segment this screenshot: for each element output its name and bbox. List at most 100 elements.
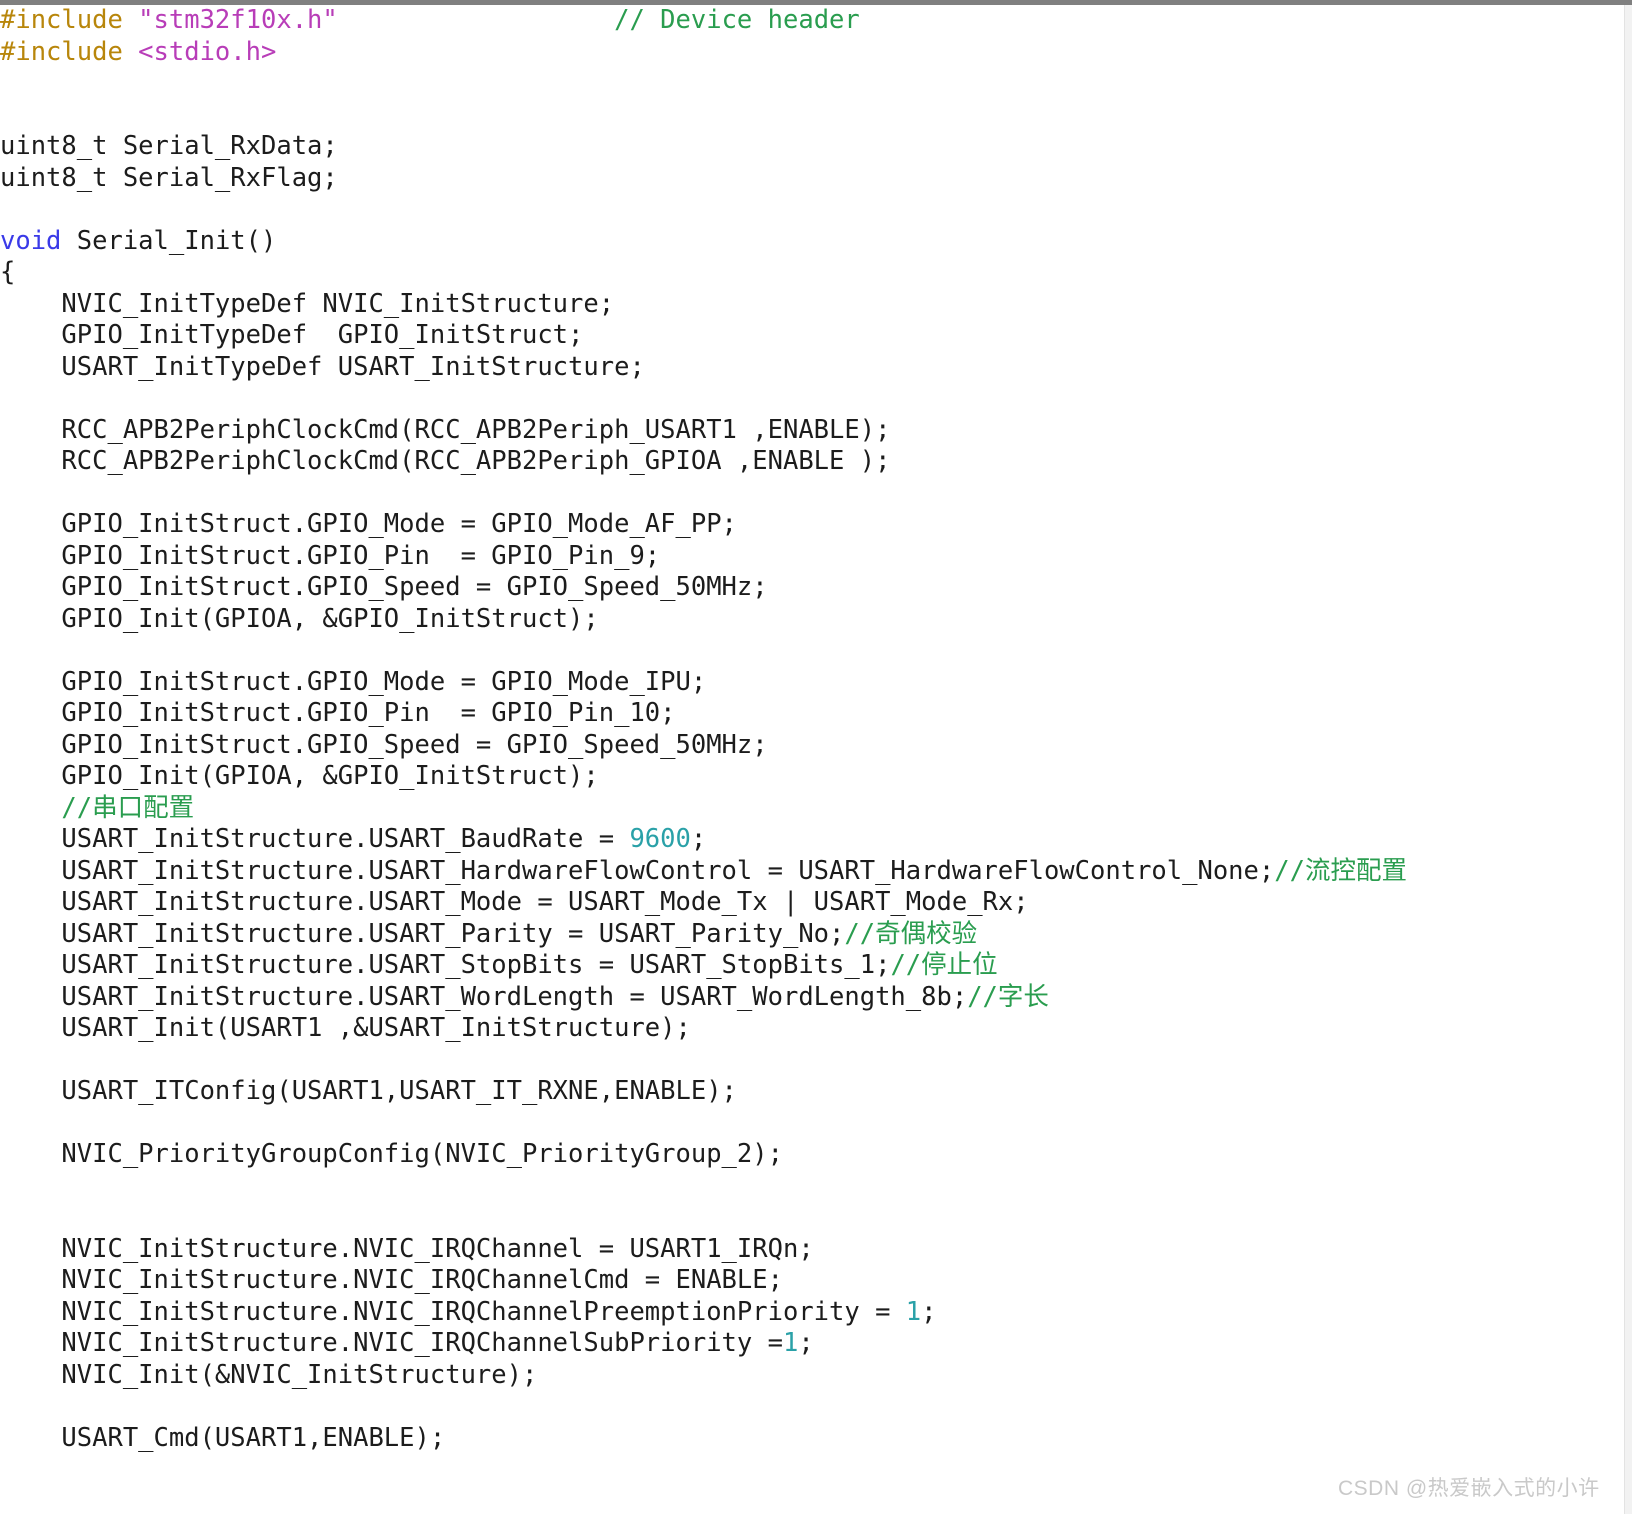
code-token-cmt: // Device header xyxy=(614,5,860,35)
code-token-plain: NVIC_InitStructure.NVIC_IRQChannelCmd = … xyxy=(0,1265,783,1295)
code-token-plain: RCC_APB2PeriphClockCmd(RCC_APB2Periph_US… xyxy=(0,414,891,445)
code-line[interactable] xyxy=(0,383,1620,415)
code-line[interactable] xyxy=(0,1202,1620,1234)
code-line[interactable] xyxy=(0,194,1620,226)
code-line[interactable]: USART_InitStructure.USART_Parity = USART… xyxy=(0,919,1620,951)
code-token-cmt: //停止位 xyxy=(890,950,998,980)
code-token-plain: Serial_Init() xyxy=(61,225,277,256)
code-line[interactable]: //串口配置 xyxy=(0,793,1620,825)
code-line[interactable]: GPIO_InitStruct.GPIO_Mode = GPIO_Mode_AF… xyxy=(0,509,1620,541)
code-token-plain: GPIO_InitTypeDef GPIO_InitStruct; xyxy=(0,320,584,350)
code-token-plain: USART_InitStructure.USART_WordLength = U… xyxy=(0,981,968,1012)
code-line[interactable]: USART_InitStructure.USART_BaudRate = 960… xyxy=(0,824,1620,856)
code-token-plain: NVIC_InitStructure.NVIC_IRQChannel = USA… xyxy=(0,1233,814,1264)
code-token-str: "stm32f10x.h" xyxy=(138,5,338,35)
code-line[interactable]: USART_ITConfig(USART1,USART_IT_RXNE,ENAB… xyxy=(0,1076,1620,1108)
code-token-plain: USART_Cmd(USART1,ENABLE); xyxy=(0,1422,446,1453)
code-token-plain: USART_ITConfig(USART1,USART_IT_RXNE,ENAB… xyxy=(0,1076,737,1106)
code-token-plain: { xyxy=(0,257,16,287)
code-token-plain: NVIC_InitStructure.NVIC_IRQChannelPreemp… xyxy=(0,1296,906,1327)
code-token-plain: NVIC_InitTypeDef NVIC_InitStructure; xyxy=(0,288,615,319)
code-token-plain: GPIO_InitStruct.GPIO_Speed = GPIO_Speed_… xyxy=(0,572,768,602)
code-token-plain: ; xyxy=(798,1328,814,1358)
code-token-plain: USART_InitStructure.USART_HardwareFlowCo… xyxy=(0,855,1275,886)
code-line[interactable]: RCC_APB2PeriphClockCmd(RCC_APB2Periph_US… xyxy=(0,415,1620,447)
code-line[interactable] xyxy=(0,100,1620,132)
code-token-num: 1 xyxy=(905,1296,922,1327)
code-line[interactable]: { xyxy=(0,257,1620,289)
vertical-scrollbar[interactable] xyxy=(1624,5,1632,1514)
code-token-plain: uint8_t Serial_RxFlag; xyxy=(0,162,338,193)
code-line[interactable] xyxy=(0,635,1620,667)
code-token-plain: NVIC_InitStructure.NVIC_IRQChannelSubPri… xyxy=(0,1328,783,1358)
code-token-plain: GPIO_Init(GPIOA, &GPIO_InitStruct); xyxy=(0,761,599,791)
code-token-num: 9600 xyxy=(629,824,691,854)
code-line[interactable]: void Serial_Init() xyxy=(0,226,1620,258)
code-token-pp: #include xyxy=(0,36,139,67)
code-token-plain: USART_InitStructure.USART_StopBits = USA… xyxy=(0,950,891,980)
code-token-plain: NVIC_Init(&NVIC_InitStructure); xyxy=(0,1359,538,1390)
code-line[interactable]: NVIC_Init(&NVIC_InitStructure); xyxy=(0,1360,1620,1392)
code-token-plain: ; xyxy=(690,824,707,854)
code-line[interactable]: NVIC_InitStructure.NVIC_IRQChannelSubPri… xyxy=(0,1328,1620,1360)
code-line[interactable]: NVIC_InitTypeDef NVIC_InitStructure; xyxy=(0,289,1620,321)
code-line[interactable] xyxy=(0,1045,1620,1077)
code-token-plain: USART_InitStructure.USART_Mode = USART_M… xyxy=(0,887,1029,917)
code-line[interactable]: GPIO_Init(GPIOA, &GPIO_InitStruct); xyxy=(0,604,1620,636)
code-line[interactable]: NVIC_InitStructure.NVIC_IRQChannel = USA… xyxy=(0,1234,1620,1266)
code-line[interactable]: USART_Cmd(USART1,ENABLE); xyxy=(0,1423,1620,1455)
code-line[interactable]: USART_InitStructure.USART_StopBits = USA… xyxy=(0,950,1620,982)
code-token-plain: GPIO_InitStruct.GPIO_Pin = GPIO_Pin_10; xyxy=(0,698,676,728)
code-line[interactable]: #include "stm32f10x.h" // Device header xyxy=(0,5,1620,37)
code-line[interactable]: GPIO_InitStruct.GPIO_Speed = GPIO_Speed_… xyxy=(0,572,1620,604)
code-token-cmt: //流控配置 xyxy=(1274,855,1407,886)
code-line[interactable]: USART_Init(USART1 ,&USART_InitStructure)… xyxy=(0,1013,1620,1045)
code-line[interactable]: RCC_APB2PeriphClockCmd(RCC_APB2Periph_GP… xyxy=(0,446,1620,478)
code-token-plain: USART_InitTypeDef USART_InitStructure; xyxy=(0,351,645,382)
code-token-plain: uint8_t Serial_RxData; xyxy=(0,131,338,161)
code-token-num: 1 xyxy=(782,1328,799,1358)
code-line[interactable]: #include <stdio.h> xyxy=(0,37,1620,69)
code-token-cmt: //字长 xyxy=(967,981,1049,1012)
code-line[interactable]: GPIO_InitTypeDef GPIO_InitStruct; xyxy=(0,320,1620,352)
code-token-plain: USART_InitStructure.USART_BaudRate = xyxy=(0,824,630,854)
code-line[interactable] xyxy=(0,1171,1620,1203)
code-line[interactable]: GPIO_Init(GPIOA, &GPIO_InitStruct); xyxy=(0,761,1620,793)
code-line[interactable]: USART_InitStructure.USART_WordLength = U… xyxy=(0,982,1620,1014)
code-token-str: <stdio.h> xyxy=(138,36,277,67)
code-line[interactable]: NVIC_InitStructure.NVIC_IRQChannelPreemp… xyxy=(0,1297,1620,1329)
code-token-plain: USART_InitStructure.USART_Parity = USART… xyxy=(0,918,845,949)
code-line[interactable]: GPIO_InitStruct.GPIO_Mode = GPIO_Mode_IP… xyxy=(0,667,1620,699)
code-line[interactable]: USART_InitStructure.USART_HardwareFlowCo… xyxy=(0,856,1620,888)
code-token-kw: void xyxy=(0,225,62,256)
code-line[interactable] xyxy=(0,1391,1620,1423)
code-line[interactable]: USART_InitTypeDef USART_InitStructure; xyxy=(0,352,1620,384)
code-line[interactable]: NVIC_InitStructure.NVIC_IRQChannelCmd = … xyxy=(0,1265,1620,1297)
code-token-plain: GPIO_InitStruct.GPIO_Pin = GPIO_Pin_9; xyxy=(0,540,661,571)
code-token-cmt: //奇偶校验 xyxy=(844,918,978,949)
code-line[interactable] xyxy=(0,1108,1620,1140)
code-token-plain: ; xyxy=(921,1296,937,1327)
code-token-pp: #include xyxy=(0,5,139,35)
code-line[interactable] xyxy=(0,68,1620,100)
code-line[interactable]: USART_InitStructure.USART_Mode = USART_M… xyxy=(0,887,1620,919)
code-line[interactable]: uint8_t Serial_RxFlag; xyxy=(0,163,1620,195)
code-token-plain: GPIO_InitStruct.GPIO_Mode = GPIO_Mode_IP… xyxy=(0,666,707,697)
code-line[interactable]: NVIC_PriorityGroupConfig(NVIC_PriorityGr… xyxy=(0,1139,1620,1171)
code-token-plain: GPIO_InitStruct.GPIO_Speed = GPIO_Speed_… xyxy=(0,729,768,760)
code-token-plain: USART_Init(USART1 ,&USART_InitStructure)… xyxy=(0,1013,691,1043)
code-line[interactable]: GPIO_InitStruct.GPIO_Speed = GPIO_Speed_… xyxy=(0,730,1620,762)
code-token-plain: RCC_APB2PeriphClockCmd(RCC_APB2Periph_GP… xyxy=(0,446,891,476)
code-line[interactable] xyxy=(0,478,1620,510)
code-line[interactable]: GPIO_InitStruct.GPIO_Pin = GPIO_Pin_10; xyxy=(0,698,1620,730)
code-line[interactable]: uint8_t Serial_RxData; xyxy=(0,131,1620,163)
code-token-plain: GPIO_InitStruct.GPIO_Mode = GPIO_Mode_AF… xyxy=(0,509,737,539)
code-token-plain: GPIO_Init(GPIOA, &GPIO_InitStruct); xyxy=(0,603,599,634)
code-editor-content[interactable]: #include "stm32f10x.h" // Device header #… xyxy=(0,5,1620,1454)
csdn-watermark: CSDN @热爱嵌入式的小许 xyxy=(1338,1477,1600,1500)
code-token-plain: NVIC_PriorityGroupConfig(NVIC_PriorityGr… xyxy=(0,1139,783,1169)
code-line[interactable]: GPIO_InitStruct.GPIO_Pin = GPIO_Pin_9; xyxy=(0,541,1620,573)
code-token-cmt: //串口配置 xyxy=(61,792,195,823)
